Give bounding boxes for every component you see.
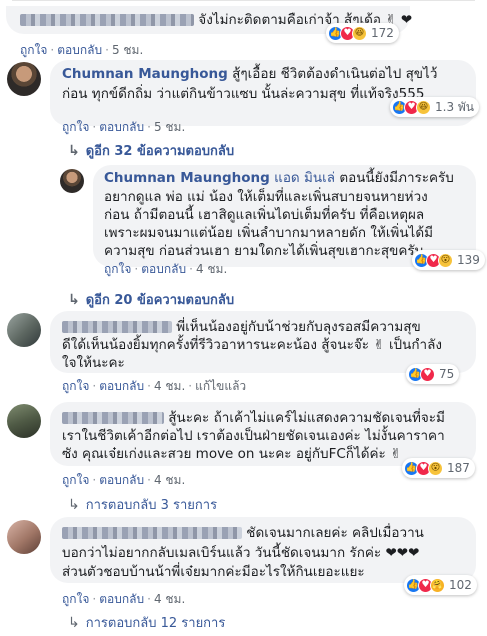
avatar[interactable] [7, 313, 41, 347]
comment-text: พี่เห็นน้องอยู่กับน้าช่วยกับลุงรอสมีความ… [62, 318, 421, 337]
timestamp[interactable]: 4 ชม. [196, 262, 227, 276]
comment-text-line: ซัง คุณเจ๋ยเก่งและสวย move on นะคะ อยู่ก… [62, 446, 402, 462]
reply-arrow-icon: ↳ [68, 291, 80, 308]
reply-arrow-icon: ↳ [68, 614, 80, 631]
reaction-count: 172 [371, 26, 394, 40]
reaction-summary[interactable]: 👍 ♥ 😮 187 [402, 458, 475, 478]
timestamp[interactable]: 4 ชม. [154, 379, 185, 393]
like-button[interactable]: ถูกใจ [62, 120, 89, 134]
like-button[interactable]: ถูกใจ [104, 262, 131, 276]
avatar[interactable] [7, 404, 41, 438]
like-button[interactable]: ถูกใจ [62, 473, 89, 487]
top-divider [12, 0, 475, 1]
reaction-summary[interactable]: 👍 ♥ 😆 1.3 พัน [390, 97, 480, 117]
view-more-replies[interactable]: ↳ ดูอีก 32 ข้อความตอบกลับ [68, 140, 234, 161]
blurred-author-name [62, 527, 242, 539]
avatar[interactable] [60, 169, 84, 193]
reply-button[interactable]: ตอบกลับ [141, 262, 186, 276]
reply-button[interactable]: ตอบกลับ [99, 473, 144, 487]
timestamp[interactable]: 5 ชม. [154, 120, 185, 134]
reply-arrow-icon: ↳ [68, 496, 80, 513]
comment-text-line: ก่อน ถ้ามีตอนนี้ เฮาสิดูแลเพิ่นไดบ่เต็มท… [104, 207, 425, 223]
reaction-count: 139 [457, 253, 480, 267]
comment-text-line: เพราะผมจนมาแต่น้อย เพิ่นลำบากมาหลายดัก ใ… [104, 225, 434, 241]
reaction-summary[interactable]: 👍 ♥ 😮 139 [412, 250, 485, 270]
care-icon: 🤗 [430, 577, 445, 593]
author-name[interactable]: Chumnan Maunghong [62, 66, 228, 82]
comment-text: Chumnan Maunghong สู้ๆเอื้อย ชีวิตต้องดำ… [62, 66, 438, 82]
comment-text-line: ก่อน ทุกข์ดีกถิ่ม ว่าแต่กินข้าวแซบ นั้นล… [62, 86, 425, 102]
blurred-author-name [20, 14, 194, 26]
timestamp[interactable]: 5 ชม. [112, 43, 143, 57]
reply-button[interactable]: ตอบกลับ [99, 592, 144, 606]
timestamp[interactable]: 4 ชม. [154, 473, 185, 487]
timestamp[interactable]: 4 ชม. [154, 592, 185, 606]
view-replies[interactable]: ↳ การตอบกลับ 3 รายการ [68, 494, 217, 515]
comment-text-line: เราในชีวิตเค้าอีกต่อไป เราต้องเป็นฝ่ายชั… [62, 428, 445, 444]
comment-actions: ถูกใจ · ตอบกลับ · 4 ชม. · แก้ไขแล้ว [62, 379, 247, 393]
edited-label[interactable]: แก้ไขแล้ว [195, 379, 246, 393]
avatar[interactable] [7, 62, 41, 96]
comment-actions: ถูกใจ · ตอบกลับ · 4 ชม. [104, 262, 228, 276]
comment-text-line: ความสุข ก่อนส่วนเฮา ยามใดกะได้เพิ่นสุขเฮ… [104, 243, 424, 259]
love-icon: ♥ [420, 366, 435, 382]
comment-text-line: อยากดูแล พ่อ แม่ น้อง ให้เต็มที่และเพิ่น… [104, 189, 428, 205]
comment-text-line: ส่วนตัวชอบบ้านน้าพี่เจ๋ยมากค่ะมีอะไรให้ก… [62, 564, 365, 580]
like-button[interactable]: ถูกใจ [62, 592, 89, 606]
haha-icon: 😆 [352, 25, 367, 41]
comment-text: ชัดเจนมากเลยค่ะ คลิปเมื่อวาน [62, 524, 424, 543]
view-replies[interactable]: ↳ การตอบกลับ 12 รายการ [68, 612, 225, 633]
wow-icon: 😮 [428, 460, 443, 476]
comment-text: สู้นะคะ ถ้าเค้าไม่แคร์ไม่แสดงความชัดเจนท… [62, 409, 445, 428]
comment-text-line: บอกว่าไม่อยากกลับเมลเบิร์นแล้ว วันนี้ชัด… [62, 545, 420, 561]
comment-actions: ถูกใจ · ตอบกลับ · 4 ชม. [62, 473, 186, 487]
author-badge: แอด มินเล่ [274, 170, 336, 186]
like-button[interactable]: ถูกใจ [20, 43, 47, 57]
comment-actions: ถูกใจ · ตอบกลับ · 4 ชม. [62, 592, 186, 606]
view-more-replies[interactable]: ↳ ดูอีก 20 ข้อความตอบกลับ [68, 289, 234, 310]
reply-button[interactable]: ตอบกลับ [99, 379, 144, 393]
comment-text-line: ดีใด้เห็นน้องยิ้มทุกครั้งที่รีวิวอาหารนะ… [62, 337, 442, 353]
wow-icon: 😮 [438, 252, 453, 268]
comment-text: Chumnan Maunghong แอด มินเล่ ตอนนี้ยังมี… [104, 170, 454, 186]
reply-arrow-icon: ↳ [68, 142, 80, 159]
avatar[interactable] [7, 520, 41, 554]
author-name[interactable]: Chumnan Maunghong [104, 170, 270, 186]
comment-actions: ถูกใจ · ตอบกลับ · 5 ชม. [20, 43, 144, 57]
reaction-summary[interactable]: 👍 ♥ 🤗 102 [404, 575, 477, 595]
reaction-count: 75 [439, 367, 455, 381]
reaction-summary[interactable]: 👍 ♥ 75 [406, 364, 460, 384]
blurred-author-name [62, 412, 164, 424]
reaction-count: 187 [447, 461, 470, 475]
reply-button[interactable]: ตอบกลับ [57, 43, 102, 57]
reaction-count: 1.3 พัน [435, 99, 475, 114]
blurred-author-name [62, 321, 172, 333]
reply-button[interactable]: ตอบกลับ [99, 120, 144, 134]
comment-text-line: ใจให้นะคะ [62, 355, 125, 371]
comment-actions: ถูกใจ · ตอบกลับ · 5 ชม. [62, 120, 186, 134]
reaction-count: 102 [449, 578, 472, 592]
like-button[interactable]: ถูกใจ [62, 379, 89, 393]
reaction-summary[interactable]: 👍 ♥ 😆 172 [326, 23, 399, 43]
haha-icon: 😆 [416, 99, 431, 115]
